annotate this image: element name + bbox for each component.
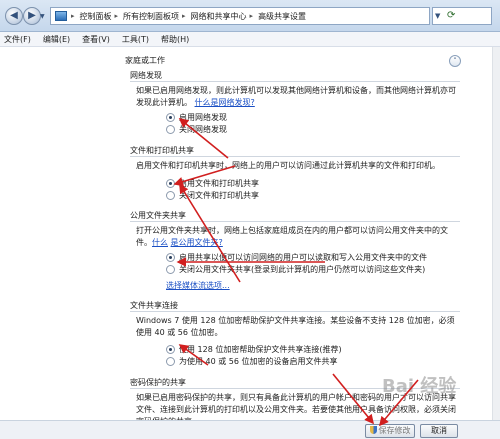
section-description: Windows 7 使用 128 位加密帮助保护文件共享连接。某些设备不支持 1… [136, 316, 455, 337]
profile-title: 家庭或工作 [125, 56, 165, 65]
media-streaming-link[interactable]: 选择媒体流选项... [166, 280, 230, 291]
radio-selected[interactable] [166, 113, 175, 122]
section-divider [130, 156, 460, 157]
vertical-scrollbar[interactable] [492, 47, 500, 420]
settings-content: 家庭或工作 ˄ 网络发现 如果已启用网络发现，则此计算机可以发现其他网络计算机和… [0, 47, 500, 426]
section-title: 文件和打印机共享 [130, 146, 194, 155]
radio-unselected[interactable] [166, 125, 175, 134]
save-label: 保存修改 [378, 426, 411, 435]
section-title: 公用文件夹共享 [130, 211, 186, 220]
history-dropdown-icon[interactable]: ▼ [40, 13, 45, 20]
radio-selected[interactable] [166, 179, 175, 188]
option-label: 关闭文件和打印机共享 [179, 191, 259, 200]
breadcrumb-control-panel[interactable]: 控制面板 [80, 11, 112, 22]
option-disable-public[interactable]: 关闭公用文件夹共享(登录到此计算机的用户仍然可以访问这些文件夹) [166, 264, 425, 275]
section-divider [130, 221, 460, 222]
option-label: 关闭公用文件夹共享(登录到此计算机的用户仍然可以访问这些文件夹) [179, 265, 426, 274]
breadcrumb-network-center[interactable]: 网络和共享中心 [191, 11, 247, 22]
address-breadcrumb[interactable]: ▸ 控制面板 ▸ 所有控制面板项 ▸ 网络和共享中心 ▸ 高级共享设置 [50, 7, 430, 25]
help-link[interactable]: 是公用文件夹? [171, 238, 223, 247]
option-label: 启用文件和打印机共享 [179, 179, 259, 188]
menu-file[interactable]: 文件(F) [4, 34, 31, 45]
menu-help[interactable]: 帮助(H) [161, 34, 189, 45]
description-text: 如果已启用网络发现，则此计算机可以发现其他网络计算机和设备，而其他网络计算机亦可… [136, 86, 456, 107]
section-description: 打开公用文件夹共享时，网络上包括家庭组成员在内的用户都可以访问公用文件夹中的文件… [136, 225, 460, 249]
radio-unselected[interactable] [166, 357, 175, 366]
control-panel-icon [55, 11, 67, 21]
option-enable-public[interactable]: 启用共享以便可以访问网络的用户可以读取和写入公用文件夹中的文件 [166, 252, 427, 263]
option-label: 使用 128 位加密帮助保护文件共享连接(推荐) [179, 345, 342, 354]
option-label: 关闭网络发现 [179, 125, 227, 134]
section-description: 启用文件和打印机共享时，网络上的用户可以访问通过此计算机共享的文件和打印机。 [136, 161, 440, 170]
menu-tools[interactable]: 工具(T) [122, 34, 149, 45]
address-controls: ▼ ⟳ [432, 7, 492, 25]
section-title: 网络发现 [130, 71, 162, 80]
help-link[interactable]: 什么是网络发现? [195, 98, 255, 107]
section-title: 文件共享连接 [130, 301, 178, 310]
section-title: 密码保护的共享 [130, 378, 186, 387]
collapse-chevron-icon[interactable]: ˄ [449, 55, 461, 67]
section-divider [130, 311, 460, 312]
menu-bar: 文件(F) 编辑(E) 查看(V) 工具(T) 帮助(H) [0, 32, 500, 47]
watermark-text: Bai 经验 [382, 376, 457, 397]
radio-unselected[interactable] [166, 265, 175, 274]
button-bar: 保存修改 取消 [0, 420, 500, 439]
uac-shield-icon [369, 426, 377, 434]
chevron-right-icon[interactable]: ▸ [115, 12, 119, 20]
option-disable-discovery[interactable]: 关闭网络发现 [166, 124, 227, 135]
option-disable-sharing[interactable]: 关闭文件和打印机共享 [166, 190, 259, 201]
address-dropdown-icon[interactable]: ▼ [435, 12, 440, 20]
option-enable-discovery[interactable]: 启用网络发现 [166, 112, 227, 123]
radio-selected[interactable] [166, 345, 175, 354]
menu-edit[interactable]: 编辑(E) [43, 34, 70, 45]
option-enable-sharing[interactable]: 启用文件和打印机共享 [166, 178, 259, 189]
chevron-right-icon[interactable]: ▸ [250, 12, 254, 20]
chevron-right-icon[interactable]: ▸ [71, 12, 75, 20]
option-label: 启用网络发现 [179, 113, 227, 122]
chevron-right-icon[interactable]: ▸ [182, 12, 186, 20]
option-label: 为使用 40 或 56 位加密的设备启用文件共享 [179, 357, 338, 366]
address-bar-area: ◀ ▶ ▼ ▸ 控制面板 ▸ 所有控制面板项 ▸ 网络和共享中心 ▸ 高级共享设… [0, 0, 500, 32]
cancel-button[interactable]: 取消 [420, 424, 458, 438]
option-40-56bit[interactable]: 为使用 40 或 56 位加密的设备启用文件共享 [166, 356, 338, 367]
help-link-start[interactable]: 什么 [152, 238, 168, 247]
section-description: 如果已启用网络发现，则此计算机可以发现其他网络计算机和设备，而其他网络计算机亦可… [136, 85, 460, 109]
back-button[interactable]: ◀ [5, 7, 23, 25]
radio-selected[interactable] [166, 253, 175, 262]
breadcrumb-advanced-sharing[interactable]: 高级共享设置 [258, 11, 306, 22]
forward-button[interactable]: ▶ [23, 7, 41, 25]
refresh-icon[interactable]: ⟳ [447, 10, 455, 21]
save-changes-button[interactable]: 保存修改 [365, 424, 415, 438]
option-label: 启用共享以便可以访问网络的用户可以读取和写入公用文件夹中的文件 [179, 253, 427, 262]
radio-unselected[interactable] [166, 191, 175, 200]
menu-view[interactable]: 查看(V) [82, 34, 110, 45]
option-128bit[interactable]: 使用 128 位加密帮助保护文件共享连接(推荐) [166, 344, 342, 355]
breadcrumb-all-items[interactable]: 所有控制面板项 [123, 11, 179, 22]
section-divider [130, 81, 460, 82]
